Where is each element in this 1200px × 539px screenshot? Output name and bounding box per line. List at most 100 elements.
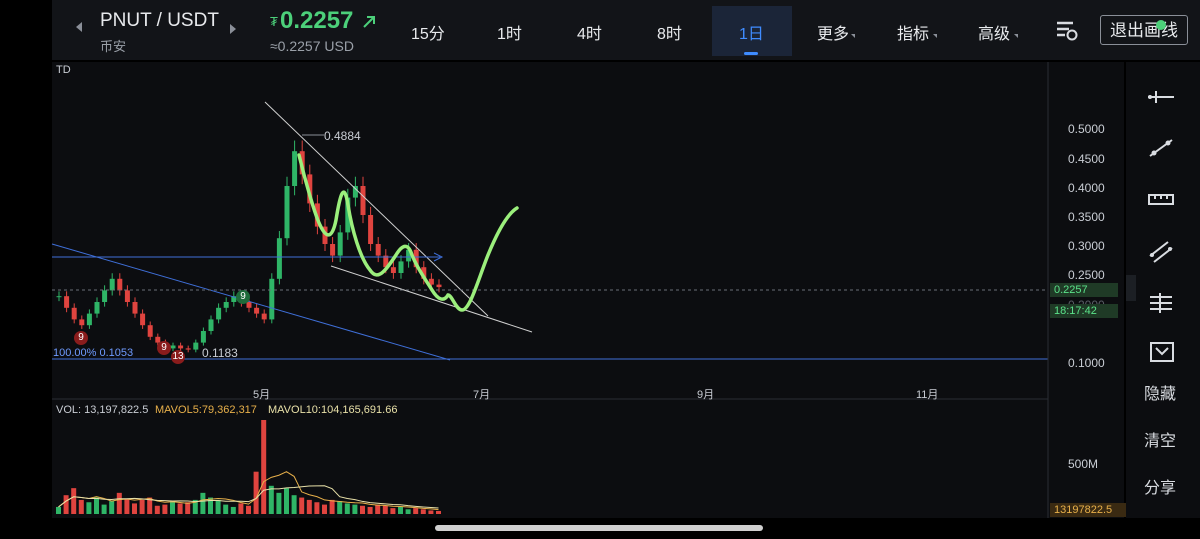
chart-canvas[interactable]	[0, 0, 1200, 539]
candle-body	[246, 302, 252, 308]
high-price-label: 0.4884	[324, 129, 361, 143]
candle-body	[200, 331, 206, 343]
td-count-marker: 9	[236, 290, 250, 304]
volume-bar	[63, 495, 69, 514]
volume-bar	[413, 508, 419, 514]
candle-body	[375, 244, 381, 256]
y-tick: 0.4500	[1068, 152, 1105, 166]
volume-bar	[170, 501, 175, 514]
candle-body	[208, 319, 214, 331]
volume-bar	[276, 492, 282, 514]
td-count: 9	[78, 332, 84, 343]
volume-bar	[154, 505, 160, 514]
volume-bar	[215, 499, 221, 514]
volume-bar	[398, 506, 403, 514]
volume-bar	[71, 488, 77, 514]
candle-body	[398, 261, 404, 273]
volume-bar	[344, 503, 350, 514]
candle-countdown-tag: 18:17:42	[1050, 304, 1118, 318]
hide-drawings-button[interactable]: 隐藏	[1144, 380, 1176, 404]
mavol10-label: MAVOL10:104,165,691.66	[268, 404, 398, 416]
trend-line-tool-icon[interactable]	[1146, 136, 1176, 160]
candle-body	[79, 319, 85, 326]
volume-bar	[284, 488, 289, 514]
volume-bar	[86, 502, 92, 514]
candle-body	[284, 186, 290, 239]
volume-bar	[329, 499, 335, 514]
mavol10-line	[58, 485, 439, 509]
candle-body	[140, 313, 146, 326]
forecast-path	[297, 153, 519, 312]
volume-bar	[291, 495, 297, 514]
candle-body	[337, 232, 343, 256]
volume-bar	[436, 510, 441, 514]
measure-tool-icon[interactable]	[1146, 188, 1176, 210]
volume-bar	[367, 506, 373, 514]
x-tick: 5月	[253, 389, 271, 401]
td-count: 13	[172, 351, 184, 362]
volume-bar	[56, 506, 61, 514]
volume-bar	[405, 509, 411, 514]
volume-bar	[390, 508, 396, 514]
share-button[interactable]: 分享	[1144, 474, 1176, 498]
candle-body	[330, 244, 336, 256]
indicator-label: TD	[56, 64, 71, 76]
volume-bar	[185, 502, 191, 514]
fib-tool-icon[interactable]	[1146, 290, 1176, 316]
td-count: 9	[161, 342, 167, 353]
candle-body	[185, 348, 191, 350]
candle-body	[368, 215, 374, 244]
volume-bar	[322, 504, 327, 514]
candle-body	[276, 238, 282, 279]
candle-body	[132, 302, 138, 314]
volume-bar	[382, 505, 388, 514]
vol-label: VOL: 13,197,822.5	[56, 404, 149, 416]
candle-body	[124, 290, 130, 302]
volume-bar	[223, 504, 229, 514]
current-price-tag: 0.2257	[1050, 283, 1118, 297]
current-volume-tag: 13197822.5	[1050, 503, 1126, 517]
candle-body	[56, 296, 62, 298]
volume-bar	[230, 506, 236, 514]
template-tool-icon[interactable]	[1148, 340, 1176, 364]
td-count-marker: 13	[171, 350, 185, 364]
parallel-channel-tool-icon[interactable]	[1146, 238, 1176, 264]
low-price-label: 0.1183	[202, 346, 238, 360]
collapse-arrow-icon[interactable]	[1126, 275, 1136, 301]
volume-bar	[238, 503, 244, 514]
y-tick: 0.5000	[1068, 122, 1105, 136]
volume-bar	[139, 499, 145, 514]
candle-body	[223, 302, 229, 308]
volume-bar	[132, 503, 137, 514]
candle-body	[147, 325, 153, 337]
td-count-marker: 9	[157, 341, 171, 355]
volume-bar	[306, 499, 312, 514]
volume-bar	[268, 485, 274, 514]
candle-body	[360, 186, 366, 215]
volume-bar	[352, 504, 358, 514]
volume-bar	[101, 504, 107, 514]
mavol5-label: MAVOL5:79,362,317	[155, 404, 257, 416]
y-tick: 0.3000	[1068, 239, 1105, 253]
volume-bar	[177, 503, 183, 514]
y-tick: 0.3500	[1068, 210, 1105, 224]
horizontal-line-tool-icon[interactable]	[1146, 86, 1176, 108]
volume-bar	[253, 471, 259, 514]
volume-bar	[162, 504, 168, 514]
volume-bar	[428, 510, 434, 514]
candle-body	[254, 307, 260, 314]
candle-body	[94, 302, 100, 314]
x-tick: 9月	[697, 389, 715, 401]
volume-bar	[246, 505, 251, 514]
volume-bar	[375, 504, 381, 514]
vol-axis-tick: 500M	[1068, 457, 1099, 471]
candle-body	[292, 151, 298, 186]
volume-bar	[261, 420, 267, 514]
candle-body	[71, 307, 77, 320]
home-indicator	[435, 525, 763, 531]
td-count: 9	[240, 291, 246, 302]
clear-drawings-button[interactable]: 清空	[1144, 427, 1176, 451]
volume-bar	[200, 492, 206, 514]
x-tick: 7月	[473, 389, 491, 401]
trend-line-upper	[264, 101, 489, 317]
